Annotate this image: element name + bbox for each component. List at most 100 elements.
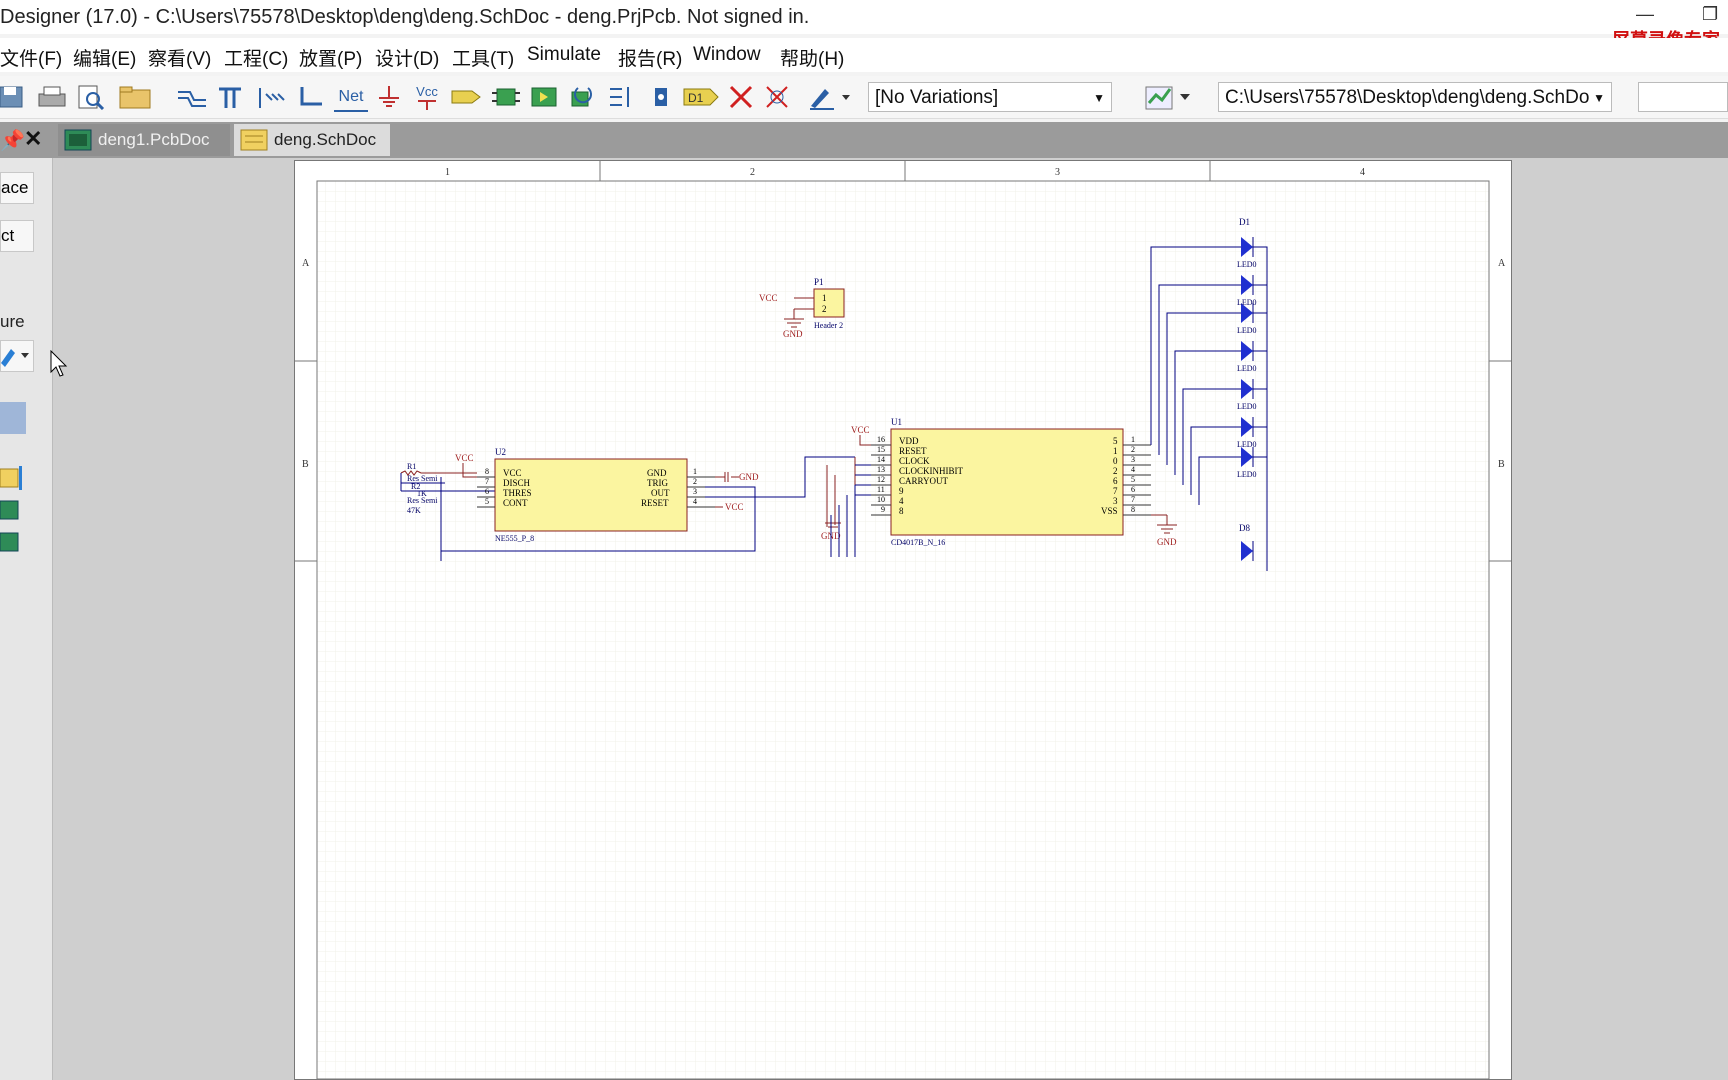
svg-text:3: 3 bbox=[1113, 496, 1118, 506]
tree-pcb-icon-2[interactable] bbox=[0, 530, 22, 559]
restore-button[interactable]: ❐ bbox=[1702, 4, 1718, 25]
tree-pcb-icon[interactable] bbox=[0, 498, 22, 527]
panel-button-interface[interactable]: ace bbox=[0, 172, 34, 204]
menu-file[interactable]: 文件(F) bbox=[0, 44, 62, 71]
tab-pcbdoc[interactable]: deng1.PcbDoc * bbox=[58, 124, 230, 181]
gnd-port-icon[interactable] bbox=[374, 84, 404, 110]
svg-text:15: 15 bbox=[877, 445, 885, 454]
designator-icon[interactable]: D1 bbox=[682, 84, 720, 110]
menu-edit[interactable]: 编辑(E) bbox=[73, 44, 136, 71]
svg-text:1: 1 bbox=[1131, 435, 1135, 444]
document-tab-bar: 📌 ✕ deng1.PcbDoc * deng.SchDoc bbox=[0, 122, 1728, 181]
wire-icon[interactable] bbox=[176, 84, 208, 110]
menu-window[interactable]: Window bbox=[693, 44, 761, 66]
svg-text:CONT: CONT bbox=[503, 498, 528, 508]
svg-text:LED0: LED0 bbox=[1237, 260, 1257, 269]
svg-text:VCC: VCC bbox=[759, 293, 778, 303]
column-label: 2 bbox=[750, 167, 755, 178]
row-label: A bbox=[302, 258, 310, 269]
svg-text:U1: U1 bbox=[891, 417, 902, 427]
row-label: B bbox=[1498, 459, 1505, 470]
svg-text:6: 6 bbox=[1113, 476, 1118, 486]
svg-text:CD4017B_N_16: CD4017B_N_16 bbox=[891, 538, 945, 547]
column-label: 4 bbox=[1360, 167, 1365, 178]
column-label: 3 bbox=[1055, 167, 1060, 178]
no-erc-icon[interactable] bbox=[726, 84, 756, 110]
title-bar: Designer (17.0) - C:\Users\75578\Desktop… bbox=[0, 0, 1728, 51]
menu-simulate[interactable]: Simulate bbox=[527, 44, 601, 66]
menu-design[interactable]: 设计(D) bbox=[375, 44, 439, 71]
pin-icon[interactable]: 📌 bbox=[0, 128, 25, 153]
svg-text:5: 5 bbox=[485, 497, 489, 506]
svg-text:2: 2 bbox=[1113, 466, 1118, 476]
variations-value: [No Variations] bbox=[875, 87, 999, 108]
no-erc-multi-icon[interactable] bbox=[762, 84, 792, 110]
svg-text:8: 8 bbox=[899, 506, 904, 516]
chevron-down-icon: ▼ bbox=[1093, 91, 1105, 105]
svg-text:9: 9 bbox=[881, 505, 885, 514]
part-icon[interactable] bbox=[490, 84, 522, 110]
sheet-symbol-icon[interactable] bbox=[530, 84, 560, 110]
harness-icon[interactable] bbox=[296, 84, 326, 110]
svg-text:DISCH: DISCH bbox=[503, 478, 531, 488]
mouse-cursor-icon bbox=[50, 350, 68, 377]
svg-text:7: 7 bbox=[485, 477, 489, 486]
variations-combo[interactable]: [No Variations] ▼ bbox=[868, 82, 1112, 112]
svg-text:1: 1 bbox=[693, 467, 697, 476]
open-folder-icon[interactable] bbox=[118, 84, 152, 110]
save-icon[interactable] bbox=[0, 84, 26, 110]
refresh-sheet-icon[interactable] bbox=[566, 84, 600, 110]
close-icon[interactable]: ✕ bbox=[24, 126, 42, 152]
device-sheet-icon[interactable] bbox=[646, 84, 676, 110]
svg-text:12: 12 bbox=[877, 475, 885, 484]
svg-text:TRIG: TRIG bbox=[647, 478, 668, 488]
print-icon[interactable] bbox=[36, 84, 68, 110]
menu-tools[interactable]: 工具(T) bbox=[452, 44, 514, 71]
svg-text:47K: 47K bbox=[407, 506, 421, 515]
menu-place[interactable]: 放置(P) bbox=[299, 44, 362, 71]
port-icon[interactable] bbox=[450, 84, 484, 110]
net-label-icon[interactable]: Net bbox=[334, 84, 368, 112]
panel-button-project[interactable]: ct bbox=[0, 220, 34, 252]
vcc-port-label: Vcc bbox=[416, 84, 438, 99]
svg-text:4: 4 bbox=[693, 497, 697, 506]
menu-reports[interactable]: 报告(R) bbox=[618, 44, 682, 71]
menu-view[interactable]: 察看(V) bbox=[148, 44, 211, 71]
svg-text:14: 14 bbox=[877, 455, 885, 464]
draw-pen-dropdown[interactable] bbox=[808, 84, 852, 110]
menu-project[interactable]: 工程(C) bbox=[224, 44, 288, 71]
svg-text:GND: GND bbox=[783, 329, 803, 339]
window-title: Designer (17.0) - C:\Users\75578\Desktop… bbox=[0, 6, 810, 28]
svg-text:0: 0 bbox=[1113, 456, 1118, 466]
schematic-sheet[interactable]: 1 2 3 4 A A B B P1 1 2 Header 2 VCC GND … bbox=[294, 160, 1512, 1080]
svg-text:LED0: LED0 bbox=[1237, 402, 1257, 411]
bus-entry-icon[interactable] bbox=[256, 84, 286, 110]
svg-text:GND: GND bbox=[739, 472, 759, 482]
sheet-entry-icon[interactable] bbox=[606, 84, 638, 110]
svg-text:7: 7 bbox=[1113, 486, 1118, 496]
p1-ref: P1 bbox=[814, 277, 824, 287]
vcc-port-icon[interactable]: Vcc bbox=[410, 84, 444, 110]
svg-text:Res Semi: Res Semi bbox=[407, 496, 438, 505]
svg-text:1: 1 bbox=[822, 293, 827, 303]
minimize-button[interactable]: — bbox=[1636, 4, 1654, 25]
compile-dropdown[interactable] bbox=[1144, 84, 1194, 110]
svg-text:VDD: VDD bbox=[899, 436, 919, 446]
panel-selected-row[interactable] bbox=[0, 402, 26, 434]
row-label: B bbox=[302, 459, 309, 470]
panel-edit-dropdown[interactable] bbox=[0, 340, 34, 372]
svg-text:VSS: VSS bbox=[1101, 506, 1118, 516]
svg-text:5: 5 bbox=[1131, 475, 1135, 484]
tree-sch-icon[interactable] bbox=[0, 466, 22, 495]
print-preview-icon[interactable] bbox=[76, 84, 106, 110]
tab-schdoc[interactable]: deng.SchDoc bbox=[234, 124, 390, 156]
menu-help[interactable]: 帮助(H) bbox=[780, 44, 844, 71]
toolbar-extra-field[interactable] bbox=[1638, 82, 1728, 112]
svg-text:2: 2 bbox=[1131, 445, 1135, 454]
document-path-combo[interactable]: C:\Users\75578\Desktop\deng\deng.SchDo ▼ bbox=[1218, 82, 1612, 112]
menu-bar: 文件(F) 编辑(E) 察看(V) 工程(C) 放置(P) 设计(D) 工具(T… bbox=[0, 38, 1728, 72]
svg-text:13: 13 bbox=[877, 465, 885, 474]
svg-text:2: 2 bbox=[822, 304, 827, 314]
svg-text:VCC: VCC bbox=[455, 453, 474, 463]
bus-icon[interactable] bbox=[216, 84, 246, 110]
